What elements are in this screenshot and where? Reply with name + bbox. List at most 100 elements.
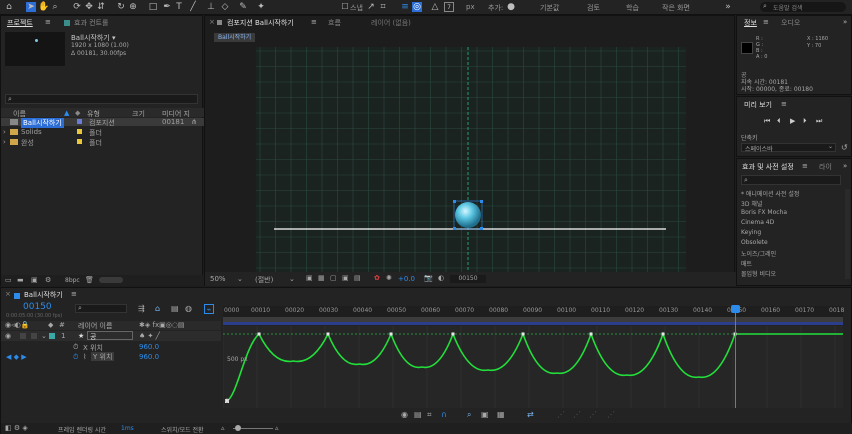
roto-tool-icon[interactable]: ✎	[238, 2, 248, 12]
workspace-more-icon[interactable]: »	[723, 2, 733, 12]
effects-category-item[interactable]: 매트	[741, 259, 752, 268]
thumbnail-slider[interactable]	[99, 277, 123, 283]
comp-timecode[interactable]: 00150	[450, 275, 486, 283]
comp-flowchart-icon[interactable]: ⇶	[138, 304, 145, 313]
convert-auto-icon[interactable]: ⋰	[589, 410, 597, 419]
effects-category-item[interactable]: 3D 채널	[741, 199, 762, 208]
home-icon[interactable]: ⌂	[4, 2, 14, 12]
last-frame-icon[interactable]: ⏭	[816, 117, 822, 126]
project-item-row[interactable]: › Solids 폴더	[1, 128, 204, 137]
project-settings-icon[interactable]: ⚙	[45, 276, 51, 284]
region-of-interest-icon[interactable]: ▣	[342, 274, 349, 282]
graph-editor-area[interactable]: 500 px 0	[223, 326, 843, 408]
workspace-small[interactable]: 작은 화면	[662, 3, 690, 13]
project-menu-icon[interactable]: ≡	[45, 18, 51, 26]
layer-label-color[interactable]	[49, 333, 55, 339]
timeline-search-field[interactable]: ⌕	[75, 304, 127, 313]
graph-visibility-icon[interactable]: ◉	[401, 410, 408, 419]
current-timecode[interactable]: 00150	[23, 302, 52, 312]
prev-frame-icon[interactable]: ⏴	[777, 117, 781, 126]
project-item-row[interactable]: Ball시작하기 컴포지션 00181 ⋔	[1, 118, 204, 128]
tab-preview[interactable]: 미리 보기	[744, 100, 772, 110]
lock-icon[interactable]	[217, 20, 222, 25]
easy-ease-icon[interactable]: ⋰	[607, 410, 615, 419]
next-frame-icon[interactable]: ⏵	[803, 117, 807, 126]
playhead-line[interactable]	[735, 306, 736, 408]
snap-option-icon[interactable]: ↗	[366, 2, 376, 12]
anchor-tool-icon[interactable]: ⊕	[128, 2, 138, 12]
tab-layer[interactable]: 레이어 (없음)	[371, 18, 411, 28]
sort-arrow-icon[interactable]: ▲	[64, 109, 69, 117]
graph-editor-icon[interactable]: ⌁	[204, 304, 214, 314]
expand-arrow-icon[interactable]: ›	[3, 128, 6, 136]
effects-category-item[interactable]: Boris FX Mocha	[741, 209, 787, 216]
close-icon[interactable]: ×	[209, 18, 215, 26]
tab-effects-presets[interactable]: 효과 및 사전 설정	[742, 162, 794, 172]
fit-all-icon[interactable]: ▣	[481, 410, 489, 419]
render-toggle-icons[interactable]: ◧ ⚙ ◈	[5, 424, 28, 432]
zoom-out-icon[interactable]: ▵	[221, 424, 225, 432]
snap-checkbox[interactable]: ☐	[340, 2, 350, 12]
toggle-switches-label[interactable]: 스위치/모드 전환	[161, 425, 204, 434]
visibility-eye-icon[interactable]: ◉	[5, 332, 11, 340]
graph-toggle-icon[interactable]: ⌇	[83, 353, 86, 361]
comp-menu-icon[interactable]: ≡	[311, 18, 317, 26]
help-search-field[interactable]: ⌕ 도움말 검색	[760, 2, 846, 12]
color-channel-icon[interactable]: ✿	[374, 274, 380, 282]
workspace-add-icon[interactable]: ●	[506, 2, 516, 12]
transparency-grid-icon[interactable]: ▦	[318, 274, 325, 282]
keyframe-nav-icon[interactable]: ◀ ◆ ▶	[6, 353, 27, 361]
layer-row[interactable]: ◉ ⌄ 1 ★ 공 ♠ ✦ ╱	[1, 331, 221, 341]
shortcut-dropdown[interactable]: 스페이스바 ⌄	[741, 143, 836, 153]
comp-viewport[interactable]	[256, 47, 686, 272]
workspace-add[interactable]: 추가:	[488, 3, 503, 13]
numeric-icon[interactable]: 7	[444, 2, 454, 12]
project-search-field[interactable]: ⌕	[5, 94, 198, 104]
chevron-down-icon[interactable]: ⌄	[237, 275, 243, 283]
more-panels-icon[interactable]: »	[843, 18, 847, 26]
effects-menu-icon[interactable]: ≡	[802, 162, 808, 170]
first-frame-icon[interactable]: ⏮	[764, 117, 770, 126]
effects-search-field[interactable]: ⌕	[741, 175, 841, 185]
effects-category-item[interactable]: 몰입형 비디오	[741, 269, 776, 278]
effects-category-item[interactable]: 노이즈/그레인	[741, 249, 776, 258]
shy-layers-icon[interactable]: ⌂	[155, 304, 160, 313]
effects-category-item[interactable]: Cinema 4D	[741, 219, 774, 226]
shape-tool-icon[interactable]: □	[148, 2, 158, 12]
effects-category-item[interactable]: Keying	[741, 229, 761, 236]
effects-category-item[interactable]: * 애니메이션 사전 설정	[741, 189, 799, 198]
comp-breadcrumb[interactable]: Ball시작하기	[214, 33, 256, 42]
layer-name[interactable]: 공	[87, 331, 133, 341]
align-icon[interactable]: ≡	[400, 2, 410, 12]
tab-composition[interactable]: 컴포지션 Ball시작하기	[227, 18, 294, 28]
tab-library[interactable]: 라이	[819, 162, 832, 172]
graph-type-icon[interactable]: ▤	[414, 410, 422, 419]
flowchart-icon[interactable]: ⋔	[191, 118, 197, 126]
eraser-tool-icon[interactable]: ◇	[220, 2, 230, 12]
frame-blending-icon[interactable]: ▤	[171, 304, 179, 313]
snap-grid-icon[interactable]: ⌗	[378, 2, 388, 12]
tab-info[interactable]: 정보	[744, 18, 757, 28]
guides-icon[interactable]: ▤	[354, 274, 361, 282]
tab-project[interactable]: 프로젝트	[7, 18, 33, 28]
stopwatch-active-icon[interactable]: ⏱	[73, 353, 78, 362]
zoom-slider-thumb[interactable]	[235, 425, 241, 431]
mask-visibility-icon[interactable]: ▢	[330, 274, 337, 282]
dolly-tool-icon[interactable]: ⇵	[96, 2, 106, 12]
bpc-label[interactable]: 8bpc	[65, 277, 80, 284]
tab-effect-controls[interactable]: 효과 컨트롤	[74, 18, 108, 28]
playhead-handle[interactable]	[731, 305, 740, 313]
zoom-tool-icon[interactable]: ⌕	[50, 2, 60, 12]
effects-scrollbar[interactable]	[845, 189, 850, 279]
resolution-dropdown[interactable]: (절반)	[255, 275, 273, 285]
motion-blur-icon[interactable]: ◍	[185, 304, 192, 313]
lock-box[interactable]	[31, 333, 37, 339]
edit-keyframe-icon[interactable]: ⇄	[527, 410, 534, 419]
label-color-swatch[interactable]	[77, 119, 82, 124]
zoom-in-icon[interactable]: ▵	[275, 424, 279, 432]
preview-menu-icon[interactable]: ≡	[781, 100, 787, 108]
prop-x-value[interactable]: 960.0	[139, 343, 159, 351]
workspace-learn[interactable]: 학습	[626, 3, 639, 13]
new-folder-icon[interactable]: ▬	[17, 276, 24, 284]
exposure-value[interactable]: +0.0	[398, 275, 415, 283]
